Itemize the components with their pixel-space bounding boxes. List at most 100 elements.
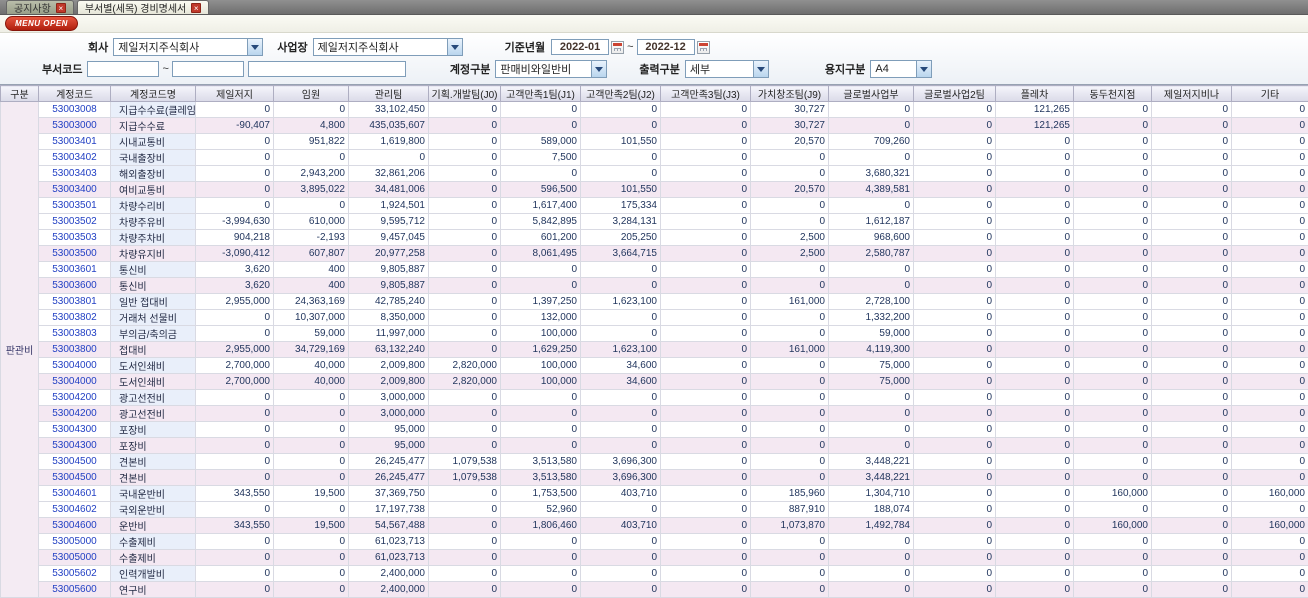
tab-expense-report[interactable]: 부서별(세목) 경비명세서 ×	[76, 0, 210, 15]
table-row[interactable]: 53004000 도서인쇄비 2,700,000 40,000 2,009,800 2,8…	[1, 357, 1308, 374]
calendar-icon[interactable]	[696, 40, 710, 54]
amount-cell: 0	[428, 389, 501, 406]
dept-code-to-input[interactable]	[171, 61, 244, 77]
table-row[interactable]: 53003800 접대비 2,955,000 34,729,169 63,132,240…	[1, 341, 1308, 358]
table-row[interactable]: 53005000 수출제비 0 0 61,023,713 0 0 0 0 0 0 0 0 0 0 0	[1, 549, 1308, 566]
amount-cell: 0	[750, 197, 829, 214]
column-header[interactable]: 제일저지비나	[1151, 85, 1232, 102]
calendar-icon[interactable]	[611, 40, 625, 54]
column-header[interactable]: 고객만족2팀(J2)	[580, 85, 661, 102]
column-header[interactable]: 구분	[0, 85, 39, 102]
table-row[interactable]: 53004000 도서인쇄비 2,700,000 40,000 2,009,800 2,8…	[1, 373, 1308, 390]
table-row[interactable]: 53003600 통신비 3,620 400 9,805,887 0 0 0 0 0 0 0 0 0 0 0	[1, 277, 1308, 294]
site-label: 사업장	[277, 42, 308, 54]
amount-cell: 0	[500, 389, 581, 406]
table-row[interactable]: 53004602 국외운반비 0 0 17,197,738 0 52,960 0 0 887,91…	[1, 501, 1308, 518]
amount-cell: 11,997,000	[348, 325, 429, 342]
close-icon[interactable]: ×	[191, 2, 202, 13]
amount-cell: 0	[1231, 149, 1308, 166]
tab-notice[interactable]: 공지사항 ×	[6, 0, 74, 15]
column-header[interactable]: 고객만족3팀(J3)	[660, 85, 751, 102]
column-header[interactable]: 가치창조팀(J9)	[750, 85, 829, 102]
account-name-cell: 지급수수료	[110, 117, 196, 134]
amount-cell: 0	[913, 325, 996, 342]
company-select[interactable]: 제일저지주식회사	[113, 38, 264, 56]
table-row[interactable]: 53003403 해외출장비 0 2,943,200 32,861,206 0 0 0 0 0 3,…	[1, 165, 1308, 182]
table-row[interactable]: 53005600 연구비 0 0 2,400,000 0 0 0 0 0 0 0 0 0 0 0	[1, 581, 1308, 598]
table-row[interactable]: 53005000 수출제비 0 0 61,023,713 0 0 0 0 0 0 0 0 0 0 0	[1, 533, 1308, 550]
table-row[interactable]: 53005602 인력개발비 0 0 2,400,000 0 0 0 0 0 0 0 0 0 0 0	[1, 565, 1308, 582]
amount-cell: 100,000	[500, 357, 581, 374]
column-header[interactable]: 계정코드	[38, 85, 111, 102]
dept-code-from-input[interactable]	[87, 61, 160, 77]
table-row[interactable]: 53003000 지급수수료 -90,407 4,800 435,035,607 0 0 0 0…	[1, 117, 1308, 134]
amount-cell: 61,023,713	[348, 549, 429, 566]
column-header[interactable]: 기타	[1231, 85, 1308, 102]
chevron-down-icon	[916, 61, 932, 77]
table-row[interactable]: 53004200 광고선전비 0 0 3,000,000 0 0 0 0 0 0 0 0 0 0 0	[1, 405, 1308, 422]
table-row[interactable]: 53003503 차량주차비 904,218 -2,193 9,457,045 0 601,…	[1, 229, 1308, 246]
table-row[interactable]: 53004500 견본비 0 0 26,245,477 1,079,538 3,513,58…	[1, 469, 1308, 486]
amount-cell: 0	[913, 341, 996, 358]
dept-name-input[interactable]	[247, 61, 406, 77]
amount-cell: 0	[995, 293, 1074, 310]
column-header[interactable]: 계정코드명	[110, 85, 196, 102]
column-header[interactable]: 제일저지	[195, 85, 274, 102]
period-from-input[interactable]: 2022-01	[551, 39, 610, 55]
amount-cell: 161,000	[750, 341, 829, 358]
amount-cell: 0	[750, 421, 829, 438]
amount-cell: 0	[428, 149, 501, 166]
amount-cell: 0	[913, 421, 996, 438]
table-row[interactable]: 53004300 포장비 0 0 95,000 0 0 0 0 0 0 0 0 0 0 0	[1, 421, 1308, 438]
amount-cell: 0	[195, 197, 274, 214]
table-row[interactable]: 53003501 차량수리비 0 0 1,924,501 0 1,617,400 175,33…	[1, 197, 1308, 214]
amount-cell: 61,023,713	[348, 533, 429, 550]
table-row[interactable]: 53003500 차량유지비 -3,090,412 607,807 20,977,258…	[1, 245, 1308, 262]
table-row[interactable]: 53004500 견본비 0 0 26,245,477 1,079,538 3,513,58…	[1, 453, 1308, 470]
amount-cell: 0	[1073, 421, 1152, 438]
period-to-input[interactable]: 2022-12	[636, 39, 695, 55]
table-row[interactable]: 판관비 53003008 지급수수료(클레임) 0 0 33,102,450 0 0 0 0 30,…	[0, 101, 1308, 598]
account-code-cell: 53004600	[38, 517, 111, 534]
table-row[interactable]: 53004200 광고선전비 0 0 3,000,000 0 0 0 0 0 0 0 0 0 0 0	[1, 389, 1308, 406]
amount-cell: 1,492,784	[828, 517, 914, 534]
output-type-value: 세부	[689, 64, 711, 76]
column-header[interactable]: 글로벌사업2팀	[913, 85, 996, 102]
table-row[interactable]: 53003401 시내교통비 0 951,822 1,619,800 0 589,000 10…	[1, 133, 1308, 150]
column-header[interactable]: 기획.개발팀(J0)	[428, 85, 501, 102]
site-select[interactable]: 제일저지주식회사	[312, 38, 463, 56]
amount-cell: 435,035,607	[348, 117, 429, 134]
column-header[interactable]: 글로벌사업부	[828, 85, 914, 102]
amount-cell: 34,600	[580, 373, 661, 390]
column-header[interactable]: 관리팀	[348, 85, 429, 102]
table-row[interactable]: 53003402 국내출장비 0 0 0 0 7,500 0 0 0 0 0 0 0 0 0	[1, 149, 1308, 166]
amount-cell: 2,728,100	[828, 293, 914, 310]
table-row[interactable]: 53003400 여비교통비 0 3,895,022 34,481,006 0 596,50…	[1, 181, 1308, 198]
amount-cell: 0	[913, 149, 996, 166]
close-icon[interactable]: ×	[55, 2, 66, 13]
table-row[interactable]: 53003803 부의금/축의금 0 59,000 11,997,000 0 100,000…	[1, 325, 1308, 342]
amount-cell: 0	[1151, 405, 1232, 422]
amount-cell: 3,513,580	[500, 453, 581, 470]
amount-cell: 0	[660, 325, 751, 342]
table-row[interactable]: 53003502 차량주유비 -3,994,630 610,000 9,595,712 0…	[1, 213, 1308, 230]
table-row[interactable]: 53004300 포장비 0 0 95,000 0 0 0 0 0 0 0 0 0 0 0	[1, 437, 1308, 454]
account-name-cell: 차량수리비	[110, 197, 196, 214]
output-type-select[interactable]: 세부	[684, 60, 769, 78]
table-row[interactable]: 53004600 운반비 343,550 19,500 54,567,488 0 1,806…	[1, 517, 1308, 534]
column-header[interactable]: 임원	[273, 85, 349, 102]
table-row[interactable]: 53004601 국내운반비 343,550 19,500 37,369,750 0 1,7…	[1, 485, 1308, 502]
column-header[interactable]: 플레차	[995, 85, 1074, 102]
menu-open-button[interactable]: MENU OPEN	[5, 16, 78, 31]
amount-cell: 1,079,538	[428, 469, 501, 486]
amount-cell: 0	[750, 325, 829, 342]
table-row[interactable]: 53003601 통신비 3,620 400 9,805,887 0 0 0 0 0 0 0 0 0 0 0	[1, 261, 1308, 278]
column-header[interactable]: 고객만족1팀(J1)	[500, 85, 581, 102]
account-type-select[interactable]: 판매비와일반비	[495, 60, 608, 78]
paper-select[interactable]: A4	[870, 60, 933, 78]
table-row[interactable]: 53003802 거래처 선물비 0 10,307,000 8,350,000 0 132,…	[1, 309, 1308, 326]
table-row[interactable]: 53003801 일반 접대비 2,955,000 24,363,169 42,785,…	[1, 293, 1308, 310]
amount-cell: 34,600	[580, 357, 661, 374]
amount-cell: 0	[428, 501, 501, 518]
column-header[interactable]: 동두천지점	[1073, 85, 1152, 102]
